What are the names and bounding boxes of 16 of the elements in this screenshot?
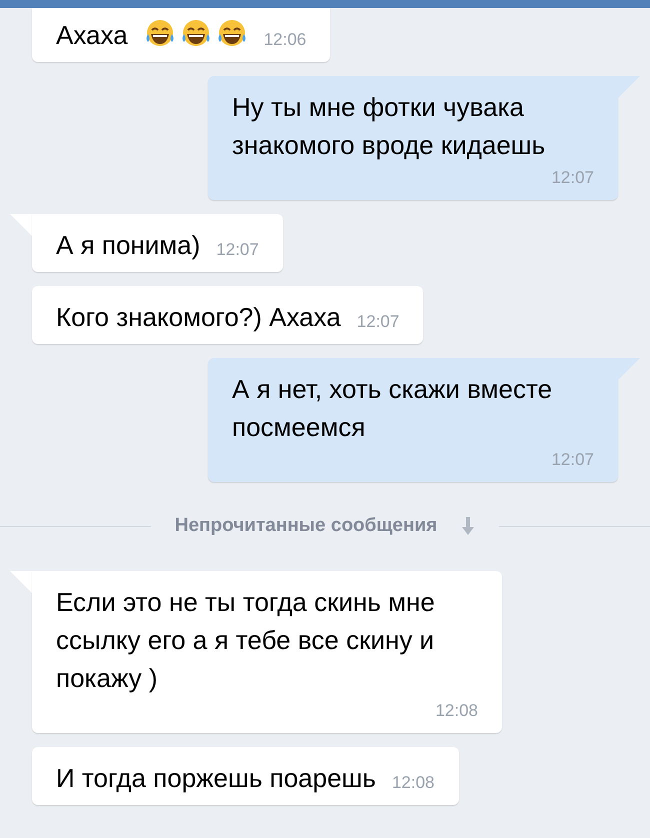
- message-text: А я нет, хоть скажи вместе посмеемся: [232, 373, 554, 444]
- message-time: 12:07: [356, 311, 400, 333]
- message-time: 12:07: [216, 239, 259, 261]
- message-time: 12:08: [435, 700, 478, 722]
- message-text: Если это не ты тогда скинь мне ссылку его а я тебе все скину и покажу ): [56, 586, 436, 694]
- message-time: 12:07: [551, 167, 594, 189]
- arrow-down-icon: [461, 517, 476, 536]
- message-text: Ахаха: [56, 19, 128, 52]
- message-text: И тогда поржешь поарешь: [56, 762, 376, 794]
- message-time: 12:08: [392, 772, 435, 794]
- message-text: А я понима): [56, 229, 200, 262]
- message-time: 12:07: [551, 449, 594, 471]
- message-text: Ну ты мне фотки чувака знакомого вроде кидаешь: [232, 91, 546, 162]
- message-time: 12:06: [264, 29, 306, 51]
- message-text: Кого знакомого?) Ахаха: [56, 301, 341, 334]
- unread-divider-label: Непрочитанные сообщения: [174, 514, 438, 538]
